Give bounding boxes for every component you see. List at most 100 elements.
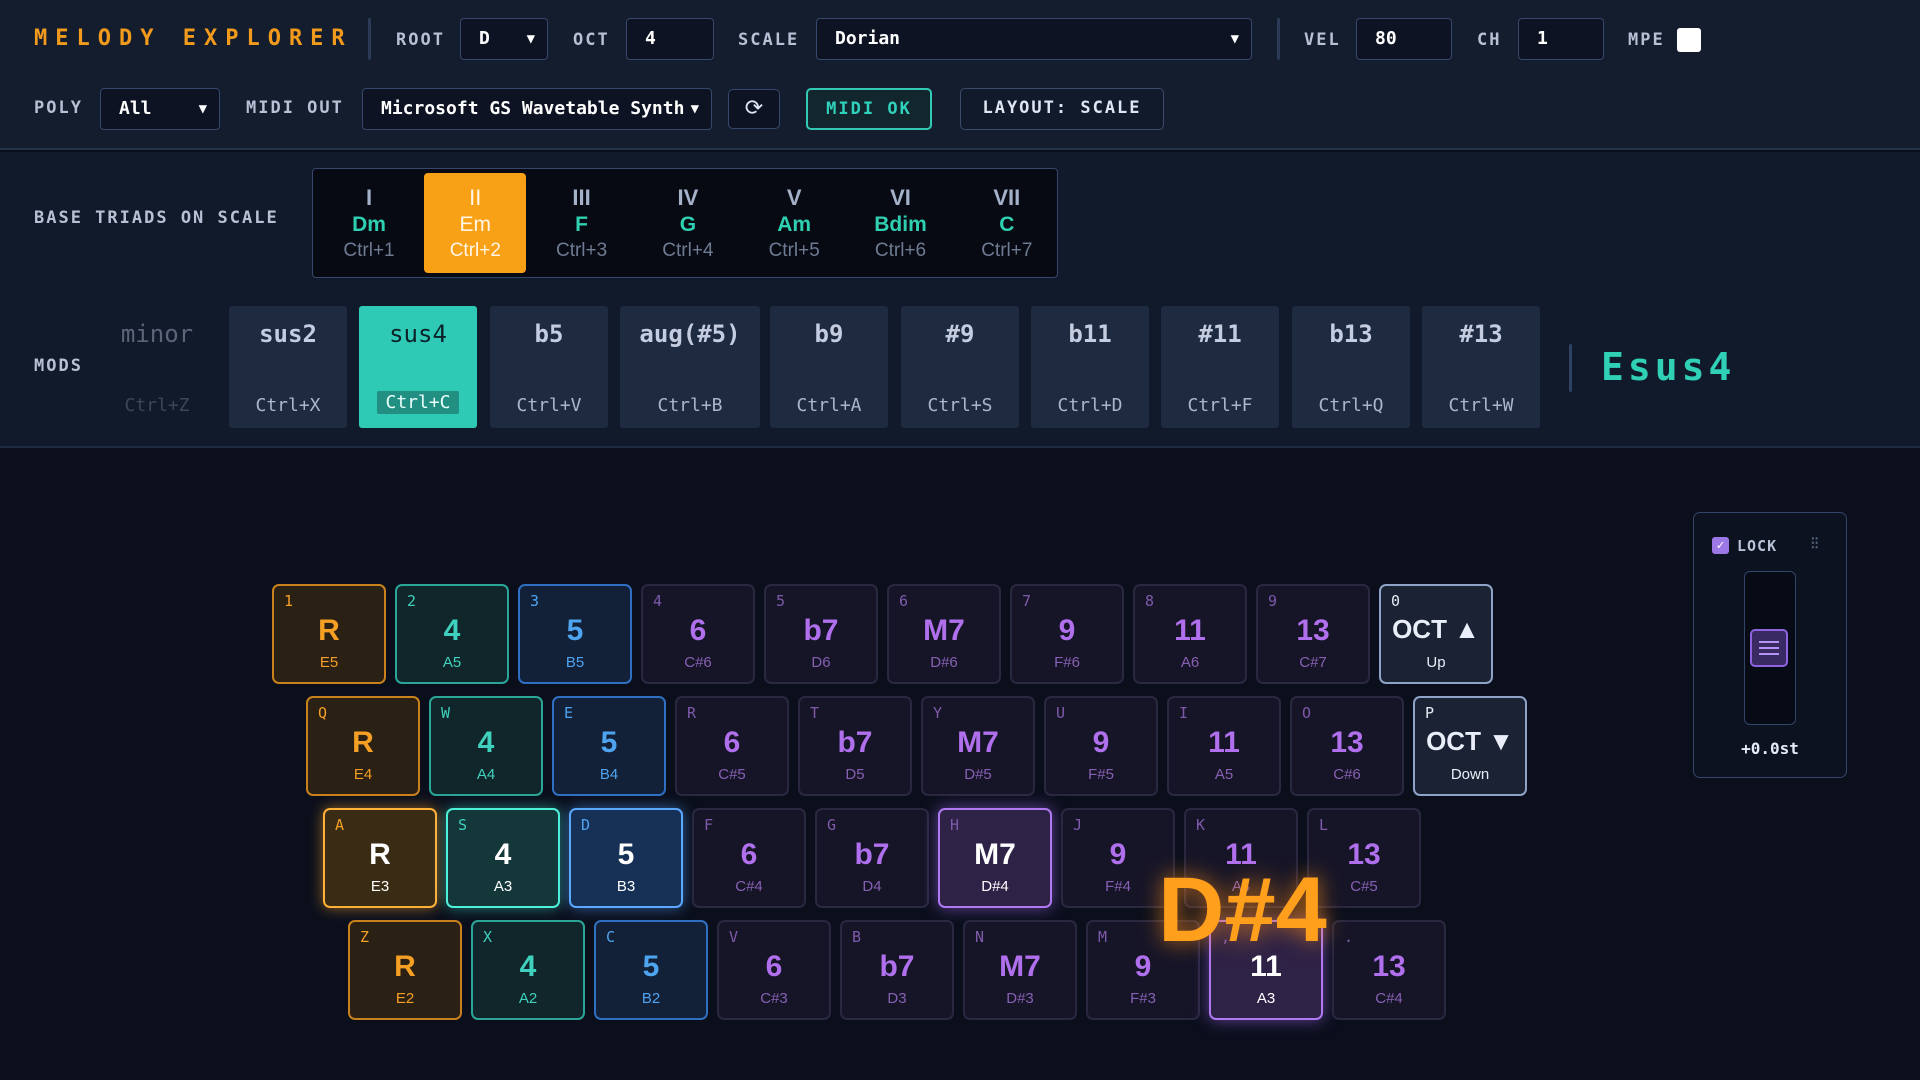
triad-roman: IV (677, 185, 699, 210)
note-key[interactable]: Y M7 D#5 (921, 696, 1035, 796)
note-key[interactable]: 8 11 A6 (1133, 584, 1247, 684)
key-degree: R (394, 950, 416, 983)
chevron-down-icon: ▼ (526, 31, 535, 47)
key-degree: 13 (1372, 950, 1406, 983)
note-key[interactable]: 7 9 F#6 (1010, 584, 1124, 684)
note-key[interactable]: S 4 A3 (446, 808, 560, 908)
key-note: A2 (518, 990, 538, 1007)
note-key[interactable]: 6 M7 D#6 (887, 584, 1001, 684)
layout-toggle-button[interactable]: LAYOUT: SCALE (960, 88, 1164, 130)
triad-button-6[interactable]: VI Bdim Ctrl+6 (850, 173, 952, 273)
note-key[interactable]: I 11 A5 (1167, 696, 1281, 796)
note-key[interactable]: M 9 F#3 (1086, 920, 1200, 1020)
triad-shortcut: Ctrl+4 (662, 240, 714, 261)
midi-out-label: MIDI OUT (246, 98, 344, 118)
note-key[interactable]: 5 b7 D6 (764, 584, 878, 684)
note-key[interactable]: 4 6 C#6 (641, 584, 755, 684)
note-key[interactable]: 3 5 B5 (518, 584, 632, 684)
mpe-checkbox[interactable] (1677, 28, 1701, 52)
triad-button-2[interactable]: II Em Ctrl+2 (424, 173, 527, 273)
octave-input[interactable]: 4 (626, 18, 714, 60)
key-degree: M7 (974, 838, 1016, 871)
note-key[interactable]: . 13 C#4 (1332, 920, 1446, 1020)
mod-button-7[interactable]: #9 Ctrl+S (901, 306, 1019, 428)
key-note: A6 (1180, 654, 1200, 671)
mod-button-6[interactable]: b9 Ctrl+A (770, 306, 888, 428)
note-key[interactable]: D 5 B3 (569, 808, 683, 908)
triad-chord: F (575, 213, 588, 236)
triad-button-4[interactable]: IV G Ctrl+4 (637, 173, 739, 273)
note-key[interactable]: X 4 A2 (471, 920, 585, 1020)
note-key[interactable]: U 9 F#5 (1044, 696, 1158, 796)
note-key[interactable]: Q R E4 (306, 696, 420, 796)
key-note: A5 (442, 654, 462, 671)
note-key[interactable]: W 4 A4 (429, 696, 543, 796)
octave-key[interactable]: P OCT ▼ Down (1413, 696, 1527, 796)
midi-out-select[interactable]: Microsoft GS Wavetable Synth ▼ (362, 88, 712, 130)
refresh-icon: ⟳ (744, 96, 764, 121)
key-degree: 13 (1347, 838, 1381, 871)
key-degree: 5 (617, 838, 635, 871)
key-note: F#4 (1105, 878, 1131, 895)
scale-select[interactable]: Dorian ▼ (816, 18, 1252, 60)
key-shortcut: V (729, 928, 739, 946)
note-key[interactable]: , 11 A3 (1209, 920, 1323, 1020)
note-key[interactable]: O 13 C#6 (1290, 696, 1404, 796)
note-key[interactable]: H M7 D#4 (938, 808, 1052, 908)
note-key[interactable]: Bb7 D3 (840, 920, 954, 1020)
note-key[interactable]: F 6 C#4 (692, 808, 806, 908)
root-select[interactable]: D ▼ (460, 18, 548, 60)
note-key[interactable]: N M7 D#3 (963, 920, 1077, 1020)
channel-input[interactable]: 1 (1518, 18, 1604, 60)
midi-status-button[interactable]: MIDI OK (806, 88, 932, 130)
key-degree: b7 (837, 726, 873, 759)
key-note: C#6 (1333, 766, 1361, 783)
mod-button-5[interactable]: aug(#5) Ctrl+B (620, 306, 760, 428)
note-key[interactable]: V 6 C#3 (717, 920, 831, 1020)
triad-button-3[interactable]: III F Ctrl+3 (531, 173, 633, 273)
note-key[interactable]: Z R E2 (348, 920, 462, 1020)
triad-button-7[interactable]: VII C Ctrl+7 (956, 173, 1058, 273)
note-key[interactable]: 2 4 A5 (395, 584, 509, 684)
triad-button-5[interactable]: V Am Ctrl+5 (743, 173, 845, 273)
triad-button-1[interactable]: I Dm Ctrl+1 (318, 173, 420, 273)
mod-button-8[interactable]: b11 Ctrl+D (1031, 306, 1149, 428)
key-shortcut: Q (318, 704, 328, 722)
mod-button-9[interactable]: #11 Ctrl+F (1161, 306, 1279, 428)
pitch-bend-value: +0.0st (1741, 739, 1799, 758)
triad-shortcut: Ctrl+6 (874, 240, 927, 261)
note-key[interactable]: 9 13 C#7 (1256, 584, 1370, 684)
velocity-input[interactable]: 80 (1356, 18, 1452, 60)
lock-checkbox[interactable]: ✓ (1712, 537, 1729, 554)
mod-button-11[interactable]: #13 Ctrl+W (1422, 306, 1540, 428)
mod-button-10[interactable]: b13 Ctrl+Q (1292, 306, 1410, 428)
note-key[interactable]: J 9 F#4 (1061, 808, 1175, 908)
octave-key[interactable]: 0 OCT ▲ Up (1379, 584, 1493, 684)
key-degree: 9 (1092, 726, 1110, 759)
triad-chord: G (679, 213, 697, 236)
drag-handle-icon[interactable]: ⁝⁝ (1810, 533, 1820, 554)
note-key[interactable]: Gb7 D4 (815, 808, 929, 908)
key-note: B3 (616, 878, 636, 895)
key-shortcut: P (1425, 704, 1435, 722)
pitch-bend-thumb[interactable] (1750, 629, 1788, 667)
triad-chord: Bdim (874, 213, 927, 236)
poly-label: POLY (34, 98, 83, 118)
note-key[interactable]: R 6 C#5 (675, 696, 789, 796)
note-key[interactable]: K 11 A4 (1184, 808, 1298, 908)
mod-button-3[interactable]: sus4 Ctrl+C (359, 306, 477, 428)
mod-button-4[interactable]: b5 Ctrl+V (490, 306, 608, 428)
pitch-bend-slider[interactable] (1744, 571, 1796, 725)
mod-button-2[interactable]: sus2 Ctrl+X (229, 306, 347, 428)
refresh-midi-button[interactable]: ⟳ (728, 89, 780, 129)
key-note: E4 (353, 766, 373, 783)
poly-select[interactable]: All ▼ (100, 88, 220, 130)
note-key[interactable]: Tb7 D5 (798, 696, 912, 796)
note-key[interactable]: 1 R E5 (272, 584, 386, 684)
note-key[interactable]: A R E3 (323, 808, 437, 908)
note-key[interactable]: E 5 B4 (552, 696, 666, 796)
note-key[interactable]: L 13 C#5 (1307, 808, 1421, 908)
note-key[interactable]: C 5 B2 (594, 920, 708, 1020)
key-note: C#3 (760, 990, 788, 1007)
root-value: D (479, 28, 490, 49)
